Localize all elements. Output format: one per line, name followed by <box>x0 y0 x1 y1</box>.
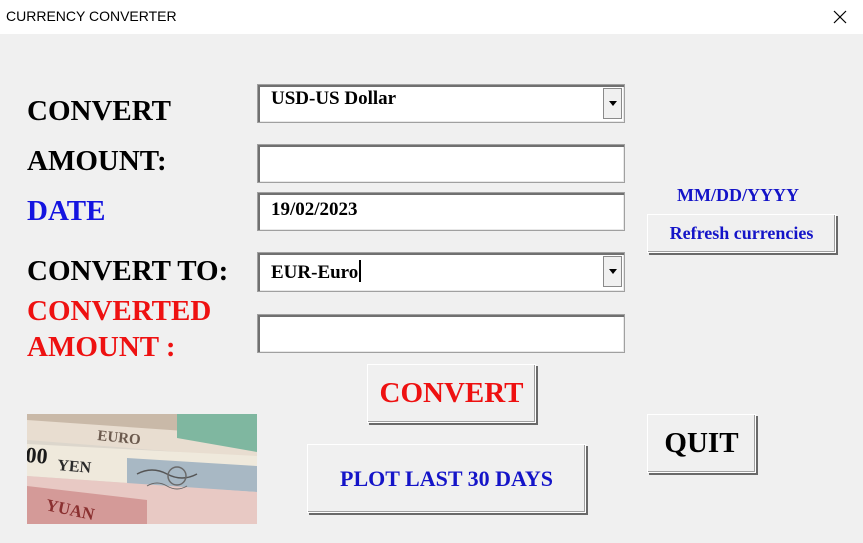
from-currency-select[interactable]: USD-US Dollar <box>257 84 625 123</box>
quit-button[interactable]: QUIT <box>647 414 756 473</box>
close-icon <box>833 10 847 24</box>
plot-last-30-days-button[interactable]: PLOT LAST 30 DAYS <box>307 444 586 513</box>
date-input[interactable]: 19/02/2023 <box>257 192 625 231</box>
convert-label: CONVERT <box>27 95 171 127</box>
to-currency-value: EUR-Euro <box>271 262 359 283</box>
refresh-currencies-label: Refresh currencies <box>669 223 814 243</box>
title-bar: CURRENCY CONVERTER <box>0 0 863 34</box>
date-value: 19/02/2023 <box>271 199 358 220</box>
convert-button-label: CONVERT <box>379 377 524 409</box>
convert-to-label: CONVERT TO: <box>27 255 229 287</box>
amount-input[interactable] <box>257 144 625 183</box>
quit-button-label: QUIT <box>664 427 739 459</box>
dropdown-arrow-icon <box>608 269 617 274</box>
convert-button[interactable]: CONVERT <box>367 364 536 423</box>
amount-label: AMOUNT: <box>27 145 167 177</box>
close-button[interactable] <box>817 0 863 34</box>
note-yen-text: YEN <box>57 457 93 477</box>
refresh-currencies-button[interactable]: Refresh currencies <box>647 214 836 253</box>
text-cursor <box>359 260 362 282</box>
converted-amount-output[interactable] <box>257 314 625 353</box>
currency-notes-image: EURO YEN YUAN 00 <box>27 414 257 524</box>
converted-label-line2: AMOUNT : <box>27 331 176 363</box>
date-format-hint: MM/DD/YYYY <box>677 185 799 205</box>
plot-button-label: PLOT LAST 30 DAYS <box>340 465 553 491</box>
note-denomination-text: 00 <box>27 442 49 469</box>
from-currency-dropdown-button[interactable] <box>603 88 622 119</box>
to-currency-dropdown-button[interactable] <box>603 256 622 287</box>
from-currency-value: USD-US Dollar <box>271 88 397 109</box>
window-title: CURRENCY CONVERTER <box>6 8 177 24</box>
to-currency-select[interactable]: EUR-Euro <box>257 252 625 292</box>
date-label: DATE <box>27 195 106 227</box>
converted-label-line1: CONVERTED <box>27 295 212 327</box>
dropdown-arrow-icon <box>608 101 617 106</box>
